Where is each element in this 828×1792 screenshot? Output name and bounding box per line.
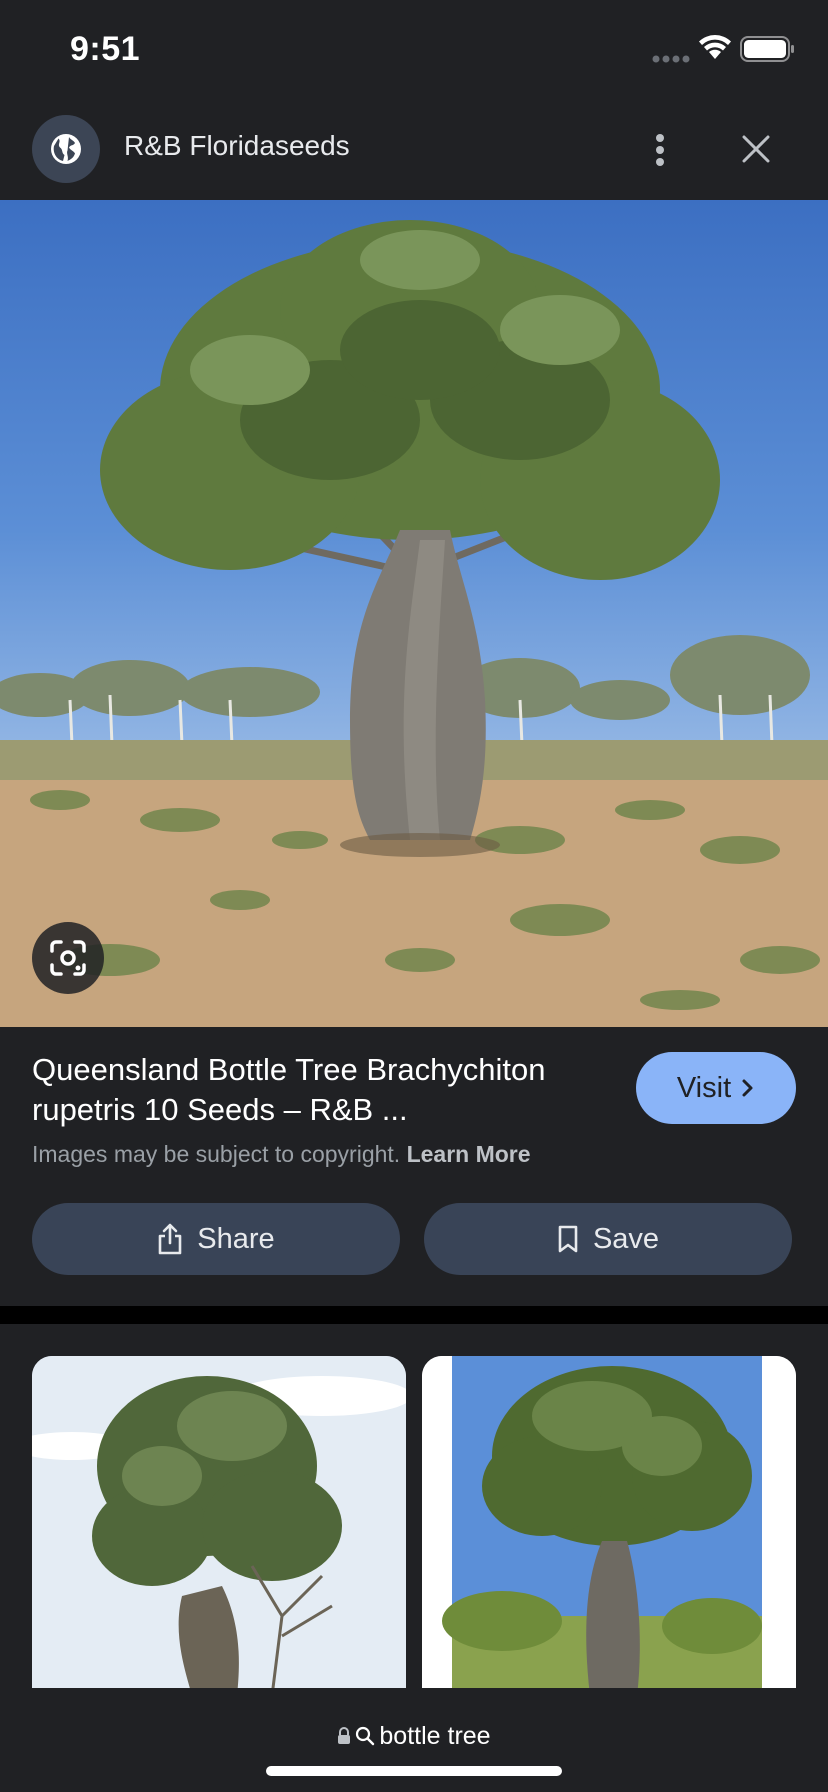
save-label: Save [592,1222,660,1255]
copyright-notice: Images may be subject to copyright. Lear… [32,1141,531,1168]
google-lens-icon [50,940,86,976]
lock-icon [338,1727,351,1744]
url-bar[interactable]: bottle tree [0,1718,828,1754]
section-divider [0,1306,828,1324]
wifi-icon [699,35,731,59]
copyright-text: Images may be subject to copyright. [32,1141,401,1167]
close-icon [742,135,770,163]
bookmark-icon [558,1225,578,1253]
search-query: bottle tree [379,1721,491,1750]
related-image-card[interactable] [422,1356,796,1696]
search-icon [356,1726,375,1746]
share-icon [158,1223,182,1255]
related-bottle-tree-image [422,1356,796,1696]
more-options-button[interactable] [640,122,680,178]
learn-more-link[interactable]: Learn More [407,1141,531,1167]
source-header: R&B Floridaseeds [0,100,828,200]
home-indicator[interactable] [266,1766,562,1776]
site-name[interactable]: R&B Floridaseeds [124,130,350,162]
main-image[interactable] [0,200,828,1027]
globe-icon [51,134,81,164]
battery-icon [740,36,794,62]
bottom-bar: bottle tree [0,1688,828,1792]
visit-label: Visit [676,1071,732,1104]
lens-search-button[interactable] [32,922,104,994]
chevron-right-icon [742,1079,753,1097]
share-label: Share [197,1222,275,1255]
visit-button[interactable]: Visit [636,1052,796,1124]
status-time: 9:51 [70,30,141,68]
result-title[interactable]: Queensland Bottle Tree Brachychiton rupe… [32,1050,612,1130]
status-bar: 9:51 [0,0,828,100]
close-button[interactable] [734,124,778,174]
save-button[interactable]: Save [424,1203,792,1275]
related-bottle-tree-image [32,1356,406,1696]
more-vertical-icon [656,134,664,166]
bottle-tree-image [0,220,828,1027]
site-favicon [32,115,100,183]
share-button[interactable]: Share [32,1203,400,1275]
related-image-card[interactable] [32,1356,406,1696]
cellular-signal-icon [652,55,690,63]
